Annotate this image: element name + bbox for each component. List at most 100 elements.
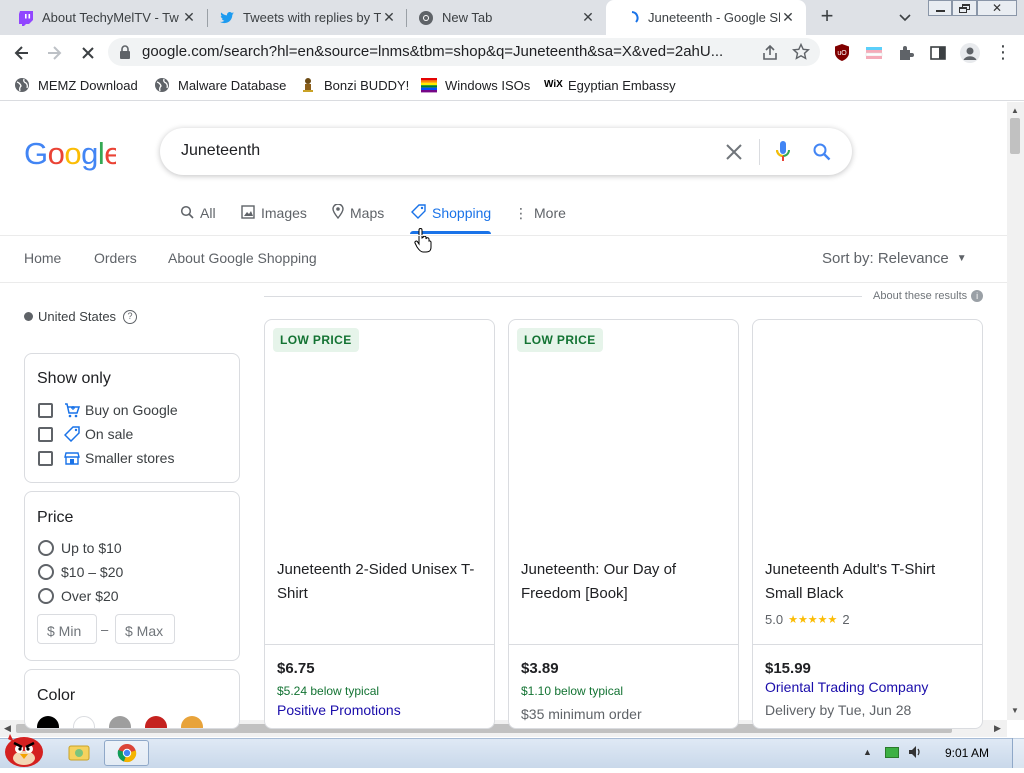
header-divider xyxy=(0,235,1007,236)
battery-icon[interactable] xyxy=(885,747,899,758)
product-card[interactable]: LOW PRICE Juneteenth 2-Sided Unisex T-Sh… xyxy=(264,319,495,729)
close-icon[interactable]: ✕ xyxy=(580,9,596,26)
tab-shopping[interactable]: Shopping xyxy=(411,204,491,222)
sort-dropdown[interactable]: Sort by: Relevance ▼ xyxy=(822,250,967,267)
tab-maps[interactable]: Maps xyxy=(332,203,384,222)
stop-loading-button[interactable] xyxy=(78,43,98,63)
system-clock[interactable]: 9:01 AM xyxy=(945,746,989,760)
help-icon[interactable]: ? xyxy=(123,309,138,324)
bookmark-egyptian-embassy[interactable]: WiX Egyptian Embassy xyxy=(544,76,676,94)
back-button[interactable] xyxy=(12,43,32,63)
ublock-icon[interactable]: uO xyxy=(833,43,851,62)
rating-stars-icon: ★★★★★ xyxy=(788,614,838,626)
profile-avatar[interactable] xyxy=(960,43,980,63)
shopping-nav-about[interactable]: About Google Shopping xyxy=(168,250,317,266)
radio-10-to-20[interactable] xyxy=(38,564,54,580)
product-title[interactable]: Juneteenth Adult's T-Shirt Small Black xyxy=(765,558,970,606)
side-panel-icon[interactable] xyxy=(929,44,947,62)
radio-over-20[interactable] xyxy=(38,588,54,604)
product-title[interactable]: Juneteenth 2-Sided Unisex T-Shirt xyxy=(277,558,482,606)
tab-all[interactable]: All xyxy=(180,204,216,222)
region-selector[interactable]: United States ? xyxy=(24,309,138,324)
bookmark-windows-isos[interactable]: Windows ISOs xyxy=(421,76,530,94)
tab-title: Tweets with replies by T xyxy=(243,10,381,25)
bookmark-bonzi-buddy[interactable]: Bonzi BUDDY! xyxy=(300,76,409,94)
tab-search-icon[interactable] xyxy=(896,8,914,26)
clear-search-icon[interactable] xyxy=(724,142,744,162)
price-option-label[interactable]: $10 – $20 xyxy=(61,564,123,580)
new-tab-button[interactable]: + xyxy=(816,5,838,28)
close-icon[interactable]: ✕ xyxy=(381,9,397,26)
google-logo[interactable]: Google xyxy=(24,135,122,171)
rainbow-flag-icon xyxy=(421,77,437,93)
close-icon[interactable]: ✕ xyxy=(780,9,796,26)
filter-title: Show only xyxy=(37,370,111,387)
taskbar-explorer-icon[interactable] xyxy=(66,742,92,764)
show-desktop-button[interactable] xyxy=(1012,738,1024,768)
image-icon xyxy=(241,204,255,222)
card-divider xyxy=(753,644,982,645)
color-swatch-orange[interactable] xyxy=(181,716,203,728)
price-option-label[interactable]: Over $20 xyxy=(61,588,119,604)
seller-link[interactable]: Positive Promotions xyxy=(277,702,401,718)
color-swatch-gray[interactable] xyxy=(109,716,131,728)
results-divider xyxy=(264,296,862,297)
price-min-input[interactable]: $ Min xyxy=(37,614,97,644)
checkbox-on-sale[interactable] xyxy=(38,427,53,442)
search-input[interactable]: Juneteenth xyxy=(181,142,681,160)
microphone-icon[interactable] xyxy=(774,140,792,164)
shopping-nav-orders[interactable]: Orders xyxy=(94,250,137,266)
filter-option-label[interactable]: Smaller stores xyxy=(85,450,174,466)
radio-up-to-10[interactable] xyxy=(38,540,54,556)
checkbox-buy-on-google[interactable] xyxy=(38,403,53,418)
search-submit-icon[interactable] xyxy=(812,142,832,162)
tab-label: Shopping xyxy=(432,205,492,221)
tab-images[interactable]: Images xyxy=(241,204,307,222)
minimize-button[interactable] xyxy=(928,0,952,16)
tab-techymeltv[interactable]: About TechyMelTV - Tw ✕ xyxy=(0,0,207,35)
close-icon[interactable]: ✕ xyxy=(181,9,197,26)
product-card[interactable]: LOW PRICE Juneteenth: Our Day of Freedom… xyxy=(508,319,739,729)
extension-icon[interactable] xyxy=(865,44,883,62)
checkbox-smaller-stores[interactable] xyxy=(38,451,53,466)
page-scrollbar[interactable]: ▲ ▼ xyxy=(1007,102,1024,720)
color-swatch-white[interactable] xyxy=(73,716,95,728)
maximize-button[interactable] xyxy=(952,0,977,16)
tab-new-tab[interactable]: New Tab ✕ xyxy=(400,0,606,35)
browser-menu-icon[interactable]: ⋮ xyxy=(994,43,1012,62)
price-max-input[interactable]: $ Max xyxy=(115,614,175,644)
price-option-label[interactable]: Up to $10 xyxy=(61,540,122,556)
tab-label: All xyxy=(200,205,216,221)
start-button-angry-bird-icon[interactable] xyxy=(0,730,50,768)
seller-link[interactable]: Oriental Trading Company xyxy=(765,679,928,695)
forward-button[interactable] xyxy=(44,43,64,63)
search-icon xyxy=(180,205,194,222)
scrollbar-thumb[interactable] xyxy=(1010,118,1020,154)
tab-juneteenth[interactable]: Juneteenth - Google Sh ✕ xyxy=(606,0,806,35)
taskbar-chrome-button[interactable] xyxy=(104,740,149,766)
volume-icon[interactable] xyxy=(907,744,923,760)
filter-option-label[interactable]: Buy on Google xyxy=(85,402,178,418)
bookmark-memz[interactable]: MEMZ Download xyxy=(14,76,138,94)
bookmark-malware-database[interactable]: Malware Database xyxy=(154,76,286,94)
rating-value: 5.0 xyxy=(765,612,784,627)
bookmark-label: MEMZ Download xyxy=(38,77,138,93)
color-swatch-black[interactable] xyxy=(37,716,59,728)
show-hidden-icons-icon[interactable]: ▲ xyxy=(863,747,872,757)
filter-title: Color xyxy=(37,687,76,704)
close-window-button[interactable]: ✕ xyxy=(977,0,1017,16)
about-results-link[interactable]: About these results i xyxy=(873,290,984,302)
product-title[interactable]: Juneteenth: Our Day of Freedom [Book] xyxy=(521,558,726,606)
tab-more[interactable]: ⋮ More xyxy=(514,204,566,222)
color-swatch-red[interactable] xyxy=(145,716,167,728)
tab-tweets[interactable]: Tweets with replies by T ✕ xyxy=(201,0,407,35)
shopping-nav-home[interactable]: Home xyxy=(24,250,61,266)
url-text[interactable]: google.com/search?hl=en&source=lnms&tbm=… xyxy=(142,43,752,60)
sort-label: Sort by: Relevance xyxy=(822,250,949,267)
bookmark-star-icon[interactable] xyxy=(791,42,811,61)
filter-option-label[interactable]: On sale xyxy=(85,426,133,442)
product-card[interactable]: Juneteenth Adult's T-Shirt Small Black 5… xyxy=(752,319,983,729)
extensions-puzzle-icon[interactable] xyxy=(897,44,915,62)
share-icon[interactable] xyxy=(761,44,779,62)
cart-icon xyxy=(64,402,81,418)
